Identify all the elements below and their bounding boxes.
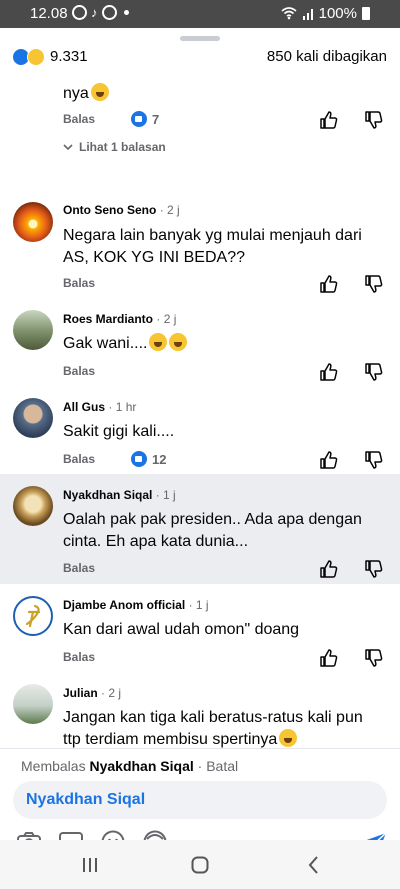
downvote-icon[interactable] (364, 110, 384, 130)
avatar[interactable] (13, 310, 53, 350)
signal-icon (302, 8, 313, 20)
comment-author[interactable]: Roes Mardianto · 2 j (63, 312, 176, 326)
back-icon[interactable] (302, 853, 326, 877)
comment-list: nya Balas 7 Lihat 1 balasan Onto Seno Se… (0, 74, 400, 748)
haha-reaction-icon (27, 48, 45, 66)
share-count[interactable]: 850 kali dibagikan (267, 48, 387, 65)
reply-composer: Membalas Nyakdhan Siqal · Batal Nyakdhan… (0, 748, 400, 840)
downvote-icon[interactable] (364, 648, 384, 668)
status-right: 100% (281, 5, 370, 22)
comment-author[interactable]: Onto Seno Seno · 2 j (63, 203, 180, 217)
laughing-emoji-icon (149, 333, 168, 351)
screen: 12.08 ♪ 100% 9.331 850 kali dibagikan ny… (0, 0, 400, 889)
replying-to-bar: Membalas Nyakdhan Siqal · Batal (21, 758, 239, 774)
comment-like-count: 12 (131, 451, 166, 467)
avatar[interactable] (13, 684, 53, 724)
upvote-icon[interactable] (319, 362, 339, 382)
comment-author[interactable]: All Gus · 1 hr (63, 400, 136, 414)
comment-text: nya (63, 83, 383, 105)
comment-text: Gak wani.... (63, 333, 383, 355)
comment-author[interactable]: Djambe Anom official · 1 j (63, 598, 209, 612)
avatar[interactable] (13, 596, 53, 636)
home-icon[interactable] (188, 853, 212, 877)
reactions-bar: 9.331 850 kali dibagikan (0, 46, 400, 72)
whatsapp-icon (72, 5, 87, 20)
tiktok-icon: ♪ (91, 5, 98, 20)
avatar[interactable] (13, 486, 53, 526)
comment-item: Djambe Anom official · 1 j Kan dari awal… (0, 584, 400, 672)
comment-like-count: 7 (131, 111, 159, 127)
status-bar: 12.08 ♪ 100% (0, 0, 400, 28)
notification-icons: ♪ (72, 5, 129, 20)
more-notifications-icon (123, 10, 129, 15)
like-badge-icon (131, 111, 147, 127)
sheet-drag-handle[interactable] (180, 36, 220, 41)
avatar[interactable] (13, 202, 53, 242)
upvote-icon[interactable] (319, 274, 339, 294)
comment-input[interactable]: Nyakdhan Siqal (13, 781, 387, 819)
battery-icon (362, 7, 370, 20)
reply-button[interactable]: Balas (63, 364, 95, 378)
upvote-icon[interactable] (319, 110, 339, 130)
like-badge-icon (131, 451, 147, 467)
comment-item-highlighted: Nyakdhan Siqal · 1 j Oalah pak pak presi… (0, 474, 400, 584)
battery-percent: 100% (318, 5, 357, 22)
avatar[interactable] (13, 398, 53, 438)
upvote-icon[interactable] (319, 450, 339, 470)
replying-to-name: Nyakdhan Siqal (89, 758, 194, 774)
gif-icon[interactable]: GIF (58, 829, 84, 840)
downvote-icon[interactable] (364, 274, 384, 294)
comment-author[interactable]: Nyakdhan Siqal · 1 j (63, 488, 176, 502)
system-nav-bar (0, 840, 400, 889)
brand-logo-icon (25, 604, 41, 628)
comment-item: nya Balas 7 Lihat 1 balasan (0, 74, 400, 194)
view-replies-button[interactable]: Lihat 1 balasan (63, 140, 166, 154)
grimacing-emoji-icon (279, 729, 298, 747)
comment-text: Kan dari awal udah omon" doang (63, 621, 300, 638)
comment-text: Oalah pak pak presiden.. Ada apa dengan … (63, 511, 362, 550)
downvote-icon[interactable] (364, 559, 384, 579)
wifi-icon (281, 7, 297, 20)
comment-text: Negara lain banyak yg mulai menjauh dari… (63, 227, 362, 266)
reaction-count[interactable]: 9.331 (50, 48, 88, 65)
upvote-icon[interactable] (319, 648, 339, 668)
upvote-icon[interactable] (319, 559, 339, 579)
comment-text: Jangan kan tiga kali beratus-ratus kali … (63, 709, 363, 748)
comment-author[interactable]: Julian · 2 j (63, 686, 121, 700)
emoji-icon[interactable] (100, 829, 126, 840)
avatar-sticker-icon[interactable] (142, 829, 168, 840)
chevron-down-icon (63, 143, 73, 150)
comment-text: Sakit gigi kali.... (63, 423, 175, 440)
mention-tag: Nyakdhan Siqal (26, 791, 146, 808)
sync-icon (101, 5, 117, 20)
downvote-icon[interactable] (364, 362, 384, 382)
reply-button[interactable]: Balas (63, 112, 95, 126)
laughing-emoji-icon (169, 333, 188, 351)
status-time: 12.08 (30, 5, 68, 22)
laughing-emoji-icon (90, 83, 109, 101)
send-icon[interactable] (362, 831, 388, 840)
reply-button[interactable]: Balas (63, 276, 95, 290)
recent-apps-icon[interactable] (78, 853, 102, 877)
cancel-reply-button[interactable]: · Batal (198, 758, 238, 774)
reply-button[interactable]: Balas (63, 452, 95, 466)
reply-button[interactable]: Balas (63, 561, 95, 575)
comment-item: Julian · 2 j Jangan kan tiga kali beratu… (0, 672, 400, 748)
reply-button[interactable]: Balas (63, 650, 95, 664)
camera-icon[interactable] (16, 829, 42, 840)
comment-item: Roes Mardianto · 2 j Gak wani.... Balas (0, 298, 400, 386)
comments-sheet: 9.331 850 kali dibagikan nya Balas 7 Lih… (0, 28, 400, 840)
comment-item: Onto Seno Seno · 2 j Negara lain banyak … (0, 194, 400, 298)
downvote-icon[interactable] (364, 450, 384, 470)
comment-item: All Gus · 1 hr Sakit gigi kali.... Balas… (0, 386, 400, 474)
